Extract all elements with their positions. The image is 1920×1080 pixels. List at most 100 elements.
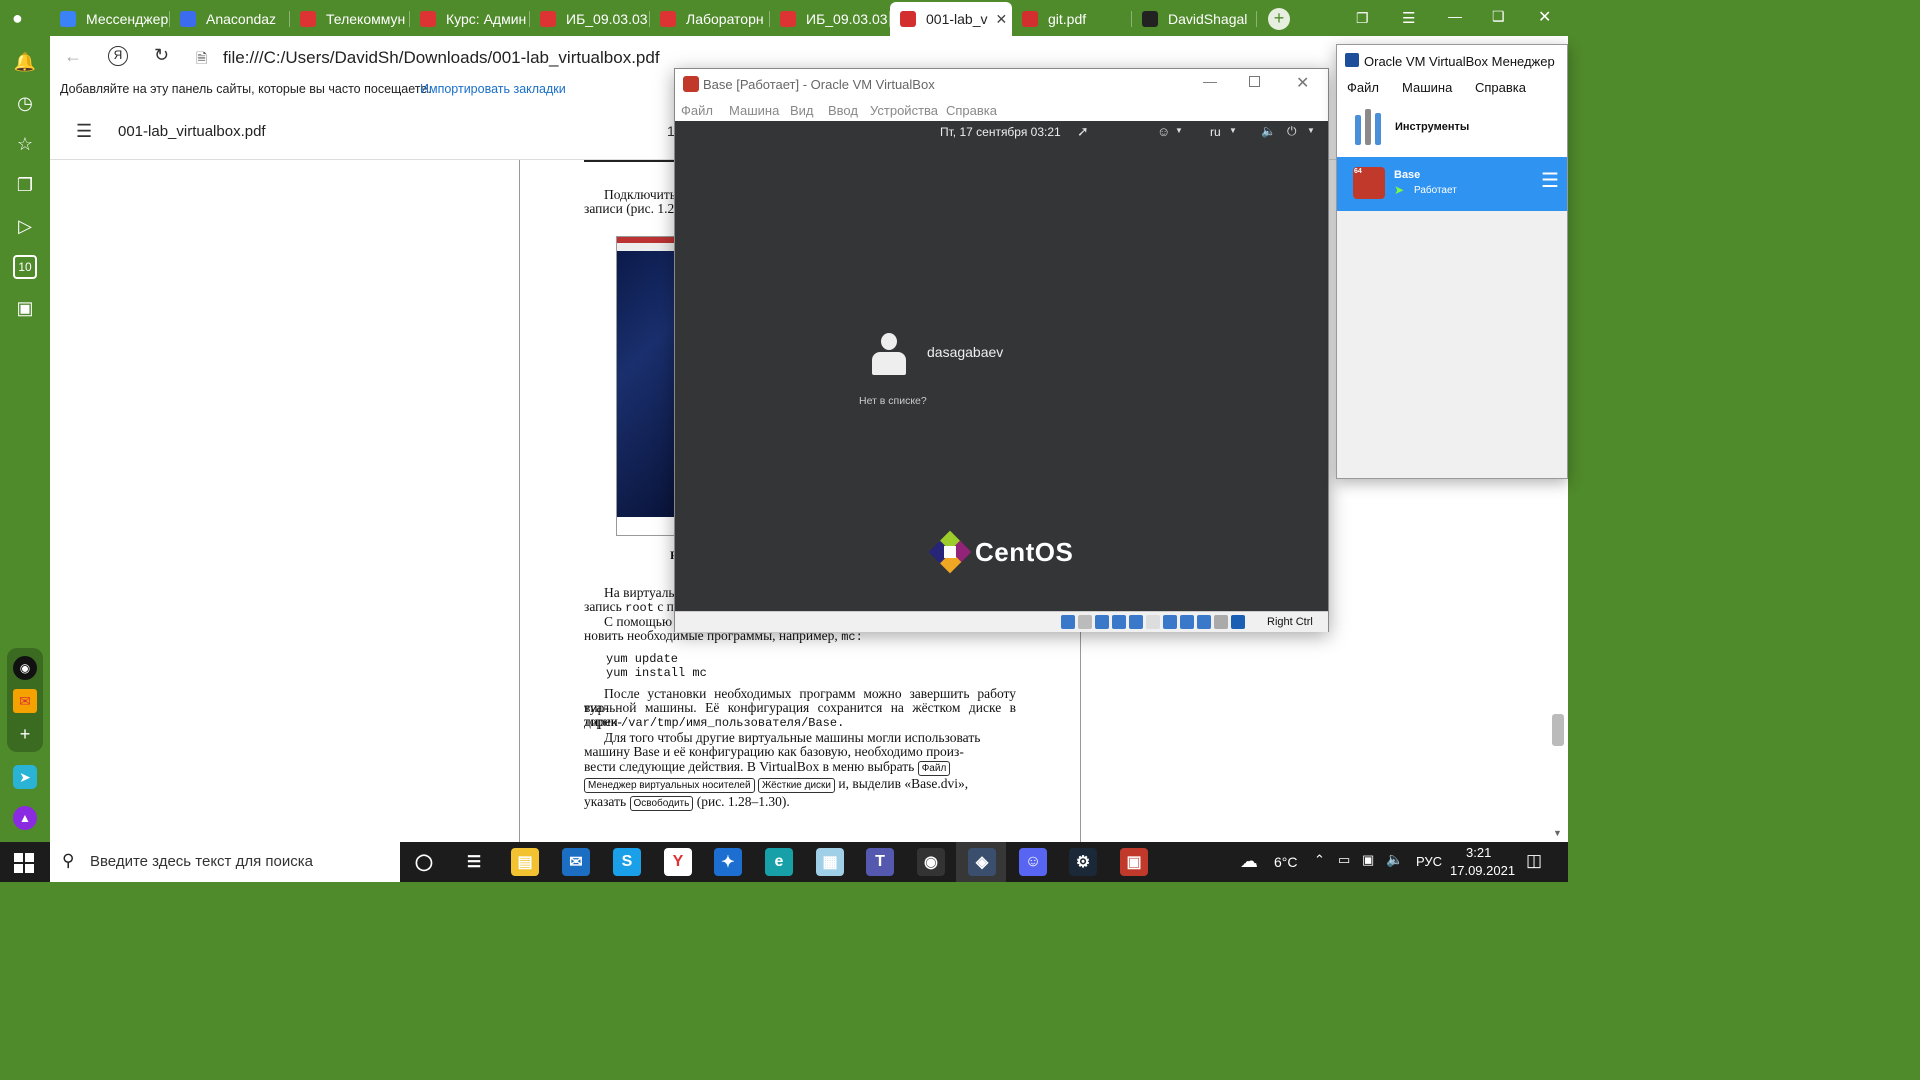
close-icon[interactable]: ✕ (1296, 73, 1309, 93)
browser-tab[interactable]: git.pdf (1012, 2, 1132, 36)
alice-assistant-icon[interactable]: ▲ (13, 806, 37, 830)
mouse-integration-icon[interactable] (1214, 615, 1228, 629)
back-icon[interactable]: ← (64, 46, 82, 67)
hdd-icon[interactable] (1061, 615, 1075, 629)
maximize-icon[interactable] (1249, 76, 1260, 87)
vm-menu-item[interactable]: Ввод (828, 103, 858, 118)
file-explorer-icon[interactable]: ▤ (511, 848, 539, 876)
manager-menu-item[interactable]: Справка (1475, 80, 1526, 95)
vm-menu-icon[interactable]: ☰ (1541, 171, 1559, 191)
virtualbox-taskbar-icon[interactable]: ◈ (968, 848, 996, 876)
browser-tab[interactable]: DavidShagal (1132, 2, 1257, 36)
notes-icon[interactable]: ▦ (816, 848, 844, 876)
browser-tab[interactable]: Курс: Админ (410, 2, 530, 36)
usb-icon[interactable] (1129, 615, 1143, 629)
collections-sidebar-icon[interactable]: ❐ (13, 173, 37, 197)
browser-tab[interactable]: ИБ_09.03.03 (770, 2, 890, 36)
taskbar-search[interactable]: ⚲ Введите здесь текст для поиска (50, 842, 400, 882)
vm-menu-item[interactable]: Машина (729, 103, 779, 118)
cpu-icon[interactable] (1197, 615, 1211, 629)
discord-icon[interactable]: ☺ (1019, 848, 1047, 876)
shared-folder-icon[interactable] (1146, 615, 1160, 629)
speaker-icon[interactable]: 🔈 (1386, 851, 1403, 868)
gnome-clock[interactable]: Пт, 17 сентября 03:21 (940, 125, 1061, 139)
skype-icon[interactable]: S (613, 848, 641, 876)
mail-app-icon[interactable]: ✉ (562, 848, 590, 876)
url-field[interactable]: file:///C:/Users/DavidSh/Downloads/001-l… (223, 48, 660, 68)
import-bookmarks-link[interactable]: Импортировать закладки (420, 82, 566, 96)
yandex-icon[interactable]: Я (108, 46, 128, 66)
alice-icon[interactable]: ◉ (13, 656, 37, 680)
windows-start-icon[interactable] (14, 853, 34, 873)
power-icon[interactable]: ⏻ (1287, 124, 1297, 139)
network-icon[interactable]: ▣ (1362, 852, 1374, 868)
new-tab-icon[interactable]: + (1268, 8, 1290, 30)
vm-menu-item[interactable]: Вид (790, 103, 814, 118)
yandex-browser-icon[interactable]: Y (664, 848, 692, 876)
send-icon[interactable]: ➤ (13, 765, 37, 789)
browser-tab[interactable]: Мессенджер (50, 2, 170, 36)
edge-icon[interactable]: e (765, 848, 793, 876)
hamburger-icon[interactable]: ☰ (76, 121, 92, 142)
weather-temp[interactable]: 6°C (1274, 854, 1298, 870)
chevron-up-icon[interactable]: ⌃ (1314, 852, 1325, 868)
network-icon[interactable] (1112, 615, 1126, 629)
browser-tab[interactable]: Лабораторн (650, 2, 770, 36)
menu-icon[interactable]: ☰ (1402, 9, 1415, 27)
vm-menu-item[interactable]: Справка (946, 103, 997, 118)
vm-list-item-base[interactable]: 64 Base ➤ Работает ☰ (1337, 157, 1567, 211)
manager-menu-item[interactable]: Машина (1402, 80, 1452, 95)
video-capture-icon[interactable] (1180, 615, 1194, 629)
screenshot-icon[interactable]: ▣ (13, 296, 37, 320)
keyboard-icon[interactable] (1231, 615, 1245, 629)
weather-icon[interactable]: ☁ (1240, 851, 1258, 872)
browser-tab[interactable]: ИБ_09.03.03 (530, 2, 650, 36)
user-avatar-icon[interactable] (872, 333, 906, 377)
clock-time[interactable]: 3:21 (1466, 845, 1491, 860)
bell-icon[interactable]: 🔔 (13, 50, 37, 74)
task-manager-icon[interactable]: ☰ (460, 848, 488, 876)
audio-icon[interactable] (1095, 615, 1109, 629)
mail-icon[interactable]: ✉ (13, 689, 37, 713)
browser-tab[interactable]: Anacondaz (170, 2, 290, 36)
vm-taskbar-icon[interactable]: ▣ (1120, 848, 1148, 876)
add-app-icon[interactable]: + (13, 722, 37, 746)
battery-icon[interactable]: ▭ (1338, 852, 1350, 868)
input-language[interactable]: РУС (1416, 854, 1442, 869)
close-window-icon[interactable]: ✕ (1538, 7, 1551, 27)
play-icon[interactable]: ▷ (13, 214, 37, 238)
clock-date[interactable]: 17.09.2021 (1450, 863, 1515, 878)
pdf-scrollbar-thumb[interactable] (1552, 714, 1564, 746)
star-icon[interactable]: ☆ (13, 132, 37, 156)
login-username[interactable]: dasagabaev (927, 344, 1003, 360)
not-listed-link[interactable]: Нет в списке? (859, 395, 927, 407)
close-tab-icon[interactable]: ✕ (996, 11, 1008, 28)
teams-icon[interactable]: T (866, 848, 894, 876)
vm-menu-item[interactable]: Файл (681, 103, 713, 118)
task-view-icon[interactable]: ◯ (410, 848, 438, 876)
steam-icon[interactable]: ⚙ (1069, 848, 1097, 876)
manager-menu-item[interactable]: Файл (1347, 80, 1379, 95)
minimize-icon[interactable]: — (1448, 8, 1462, 24)
reload-icon[interactable]: ↻ (154, 45, 169, 66)
volume-icon[interactable]: 🔈 (1261, 124, 1276, 138)
accessibility-icon[interactable]: ☺ (1157, 124, 1170, 139)
optical-icon[interactable] (1078, 615, 1092, 629)
profile-icon[interactable]: ● (12, 8, 36, 30)
display-icon[interactable] (1163, 615, 1177, 629)
obs-icon[interactable]: ◉ (917, 848, 945, 876)
badge-10-icon[interactable]: 10 (13, 255, 37, 279)
notifications-icon[interactable]: ◫ (1526, 851, 1542, 871)
tools-item[interactable]: Инструменты (1337, 99, 1567, 157)
vm-menu-item[interactable]: Устройства (870, 103, 938, 118)
browser-tab[interactable]: Телекоммун (290, 2, 410, 36)
restore-icon[interactable]: ❑ (1492, 8, 1505, 25)
history-icon[interactable]: ◷ (13, 91, 37, 115)
browser-tab[interactable]: 001-lab_v ✕ (890, 2, 1012, 36)
scroll-down-icon[interactable]: ▼ (1553, 828, 1562, 838)
collections-icon[interactable]: ❐ (1356, 10, 1369, 27)
guest-screen[interactable]: Пт, 17 сентября 03:21 ➚ ☺ ▼ ru ▼ 🔈 ⏻ ▼ d… (675, 121, 1328, 611)
keyboard-layout[interactable]: ru (1210, 125, 1221, 139)
minimize-icon[interactable]: — (1203, 73, 1217, 89)
pycharm-icon[interactable]: ✦ (714, 848, 742, 876)
